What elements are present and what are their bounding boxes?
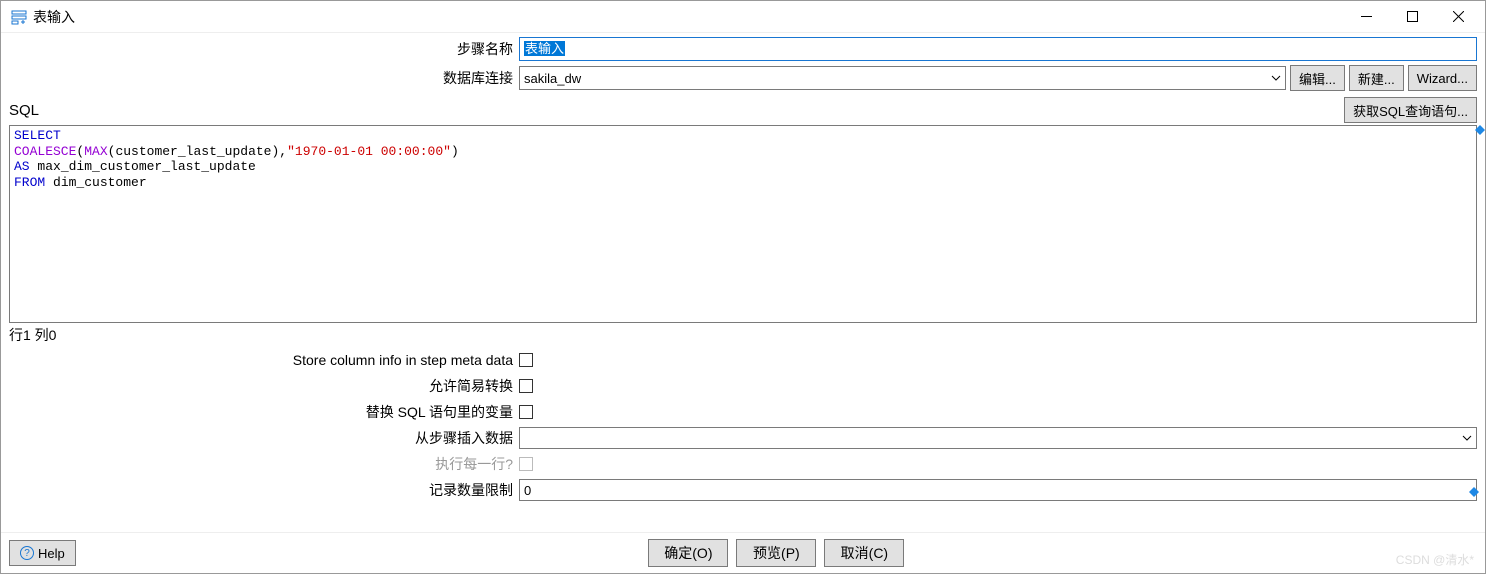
ok-button[interactable]: 确定(O) bbox=[648, 539, 728, 567]
insert-from-step-combo[interactable] bbox=[519, 427, 1477, 449]
sql-editor-wrap: SELECT COALESCE(MAX(customer_last_update… bbox=[1, 125, 1485, 323]
execute-each-row-checkbox bbox=[519, 457, 533, 471]
allow-lazy-conversion-checkbox[interactable] bbox=[519, 379, 533, 393]
maximize-button[interactable] bbox=[1389, 2, 1435, 32]
sql-label: SQL bbox=[9, 102, 39, 119]
store-column-info-label: Store column info in step meta data bbox=[9, 352, 519, 368]
db-connection-combo[interactable]: sakila_dw bbox=[519, 66, 1286, 90]
sql-editor[interactable]: SELECT COALESCE(MAX(customer_last_update… bbox=[9, 125, 1477, 323]
options-area: Store column info in step meta data 允许简易… bbox=[1, 347, 1485, 505]
variable-diamond-icon bbox=[1469, 485, 1479, 495]
record-limit-input[interactable] bbox=[519, 479, 1477, 501]
execute-each-row-label: 执行每一行? bbox=[9, 454, 519, 474]
help-button[interactable]: ? Help bbox=[9, 540, 76, 566]
record-limit-label: 记录数量限制 bbox=[9, 480, 519, 500]
allow-lazy-conversion-label: 允许简易转换 bbox=[9, 376, 519, 396]
replace-variables-label: 替换 SQL 语句里的变量 bbox=[9, 402, 519, 422]
wizard-button[interactable]: Wizard... bbox=[1408, 65, 1477, 91]
variable-diamond-icon bbox=[1475, 123, 1485, 133]
window-title: 表输入 bbox=[33, 7, 75, 27]
app-icon bbox=[11, 9, 27, 25]
store-column-info-checkbox[interactable] bbox=[519, 353, 533, 367]
preview-button[interactable]: 预览(P) bbox=[736, 539, 816, 567]
step-name-input[interactable]: 表输入 bbox=[519, 37, 1477, 61]
new-connection-button[interactable]: 新建... bbox=[1349, 65, 1404, 91]
bottom-bar: ? Help 确定(O) 预览(P) 取消(C) bbox=[1, 532, 1485, 573]
sql-header: SQL 获取SQL查询语句... bbox=[1, 95, 1485, 125]
close-button[interactable] bbox=[1435, 2, 1481, 32]
insert-from-step-label: 从步骤插入数据 bbox=[9, 428, 519, 448]
title-bar: 表输入 bbox=[1, 1, 1485, 33]
help-icon: ? bbox=[20, 546, 34, 560]
db-connection-label: 数据库连接 bbox=[9, 68, 519, 88]
step-name-label: 步骤名称 bbox=[9, 39, 519, 59]
chevron-down-icon bbox=[1271, 71, 1281, 86]
chevron-down-icon bbox=[1462, 431, 1476, 446]
form-area: 步骤名称 表输入 数据库连接 sakila_dw 编辑... 新建... Wiz… bbox=[1, 33, 1485, 95]
editor-status: 行1 列0 bbox=[1, 323, 1485, 347]
minimize-button[interactable] bbox=[1343, 2, 1389, 32]
watermark: CSDN @清水* bbox=[1396, 551, 1474, 568]
cancel-button[interactable]: 取消(C) bbox=[824, 539, 904, 567]
replace-variables-checkbox[interactable] bbox=[519, 405, 533, 419]
edit-connection-button[interactable]: 编辑... bbox=[1290, 65, 1345, 91]
db-connection-value: sakila_dw bbox=[524, 71, 581, 86]
get-sql-button[interactable]: 获取SQL查询语句... bbox=[1344, 97, 1477, 123]
